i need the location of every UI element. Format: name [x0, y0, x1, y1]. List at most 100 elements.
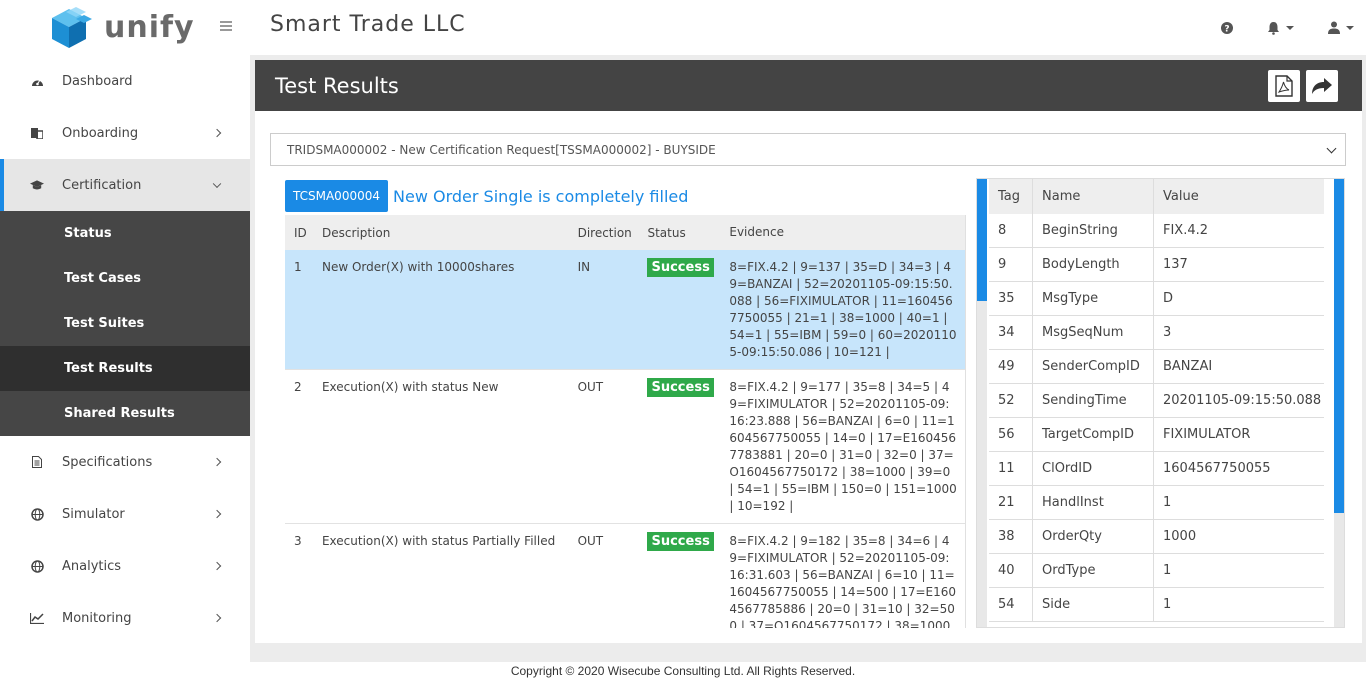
- table-row[interactable]: 2 Execution(X) with status New OUT Succe…: [285, 370, 965, 524]
- fix-fields-body: 8 BeginString FIX.4.2 9 BodyLength 137 35 MsgTy…: [989, 214, 1324, 622]
- sidebar-item-label: Onboarding: [62, 125, 139, 141]
- field-value: 1604567750055: [1163, 461, 1271, 476]
- table-row[interactable]: 3 Execution(X) with status Partially Fil…: [285, 524, 965, 628]
- field-value: 1: [1163, 563, 1172, 578]
- field-tag: 9: [989, 248, 1033, 281]
- steps-table-header: ID Description Direction Status Evidence: [285, 215, 965, 250]
- field-tag: 21: [989, 486, 1033, 519]
- caret-down-icon: [1346, 25, 1354, 30]
- sidebar: unify Dashboard Onboarding Certification…: [0, 0, 250, 662]
- field-name: BeginString: [1033, 214, 1154, 247]
- help-icon[interactable]: ?: [1221, 21, 1233, 34]
- row-evidence: 8=FIX.4.2 | 9=137 | 35=D | 34=3 | 49=BAN…: [729, 260, 957, 359]
- table-row[interactable]: 40 OrdType 1: [989, 554, 1324, 588]
- submenu-item-test-suites[interactable]: Test Suites: [0, 301, 250, 346]
- table-row[interactable]: 56 TargetCompID FIXIMULATOR: [989, 418, 1324, 452]
- globe-icon: [30, 507, 44, 521]
- col-header-description: Description: [321, 225, 391, 240]
- test-case-id-badge[interactable]: TCSMA000004: [285, 180, 388, 212]
- field-value: FIX.4.2: [1163, 223, 1209, 238]
- field-value: FIXIMULATOR: [1163, 427, 1251, 442]
- sidebar-item-label: Dashboard: [62, 73, 133, 89]
- row-description: Execution(X) with status New: [321, 380, 499, 394]
- table-row[interactable]: 49 SenderCompID BANZAI: [989, 350, 1324, 384]
- col-header-value: Value: [1163, 189, 1199, 204]
- field-value: 1000: [1163, 529, 1197, 544]
- row-status-cell: Success: [638, 250, 720, 369]
- sidebar-item-dashboard[interactable]: Dashboard: [0, 55, 250, 107]
- table-row[interactable]: 1 New Order(X) with 10000shares IN Succe…: [285, 250, 965, 370]
- right-scrollbar-track[interactable]: [1334, 179, 1344, 627]
- row-evidence: 8=FIX.4.2 | 9=182 | 35=8 | 34=6 | 49=FIX…: [729, 534, 957, 628]
- logo[interactable]: unify: [0, 0, 250, 55]
- user-icon: [1328, 21, 1340, 34]
- table-row[interactable]: 21 HandlInst 1: [989, 486, 1324, 520]
- row-evidence: 8=FIX.4.2 | 9=177 | 35=8 | 34=5 | 49=FIX…: [729, 380, 957, 513]
- field-tag: 35: [989, 282, 1033, 315]
- export-pdf-button[interactable]: [1268, 70, 1300, 102]
- scrollbar-thumb[interactable]: [1334, 179, 1344, 513]
- select-value: TRIDSMA000002 - New Certification Reques…: [287, 142, 716, 157]
- test-request-select[interactable]: TRIDSMA000002 - New Certification Reques…: [270, 133, 1346, 166]
- sidebar-item-onboarding[interactable]: Onboarding: [0, 107, 250, 159]
- sidebar-item-analytics[interactable]: Analytics: [0, 540, 250, 592]
- table-row[interactable]: 34 MsgSeqNum 3: [989, 316, 1324, 350]
- line-chart-icon: [30, 611, 44, 625]
- table-row[interactable]: 54 Side 1: [989, 588, 1324, 622]
- document-icon: [30, 455, 44, 469]
- sidebar-item-label: Specifications: [62, 454, 153, 470]
- table-row[interactable]: 38 OrderQty 1000: [989, 520, 1324, 554]
- field-tag: 40: [989, 554, 1033, 587]
- table-row[interactable]: 9 BodyLength 137: [989, 248, 1324, 282]
- chevron-down-icon: [1326, 143, 1337, 154]
- field-value: 137: [1163, 257, 1188, 272]
- table-row[interactable]: 8 BeginString FIX.4.2: [989, 214, 1324, 248]
- sidebar-item-label: Certification: [62, 177, 142, 193]
- submenu-item-test-results[interactable]: Test Results: [0, 346, 250, 391]
- chevron-right-icon: [212, 128, 222, 138]
- share-button[interactable]: [1306, 70, 1338, 102]
- caret-down-icon: [1286, 25, 1294, 30]
- sidebar-item-monitoring[interactable]: Monitoring: [0, 592, 250, 644]
- col-header-id: ID: [294, 225, 307, 240]
- scrollbar-thumb[interactable]: [977, 179, 987, 301]
- test-case-heading: TCSMA000004 New Order Single is complete…: [285, 180, 688, 212]
- table-row[interactable]: 35 MsgType D: [989, 282, 1324, 316]
- row-status-cell: Success: [638, 524, 720, 628]
- submenu-item-status[interactable]: Status: [0, 211, 250, 256]
- share-icon: [1312, 78, 1332, 94]
- company-name: Smart Trade LLC: [270, 12, 466, 37]
- table-row[interactable]: 52 SendingTime 20201105-09:15:50.088: [989, 384, 1324, 418]
- field-tag: 8: [989, 214, 1033, 247]
- submenu-item-test-cases[interactable]: Test Cases: [0, 256, 250, 301]
- sidebar-item-certification[interactable]: Certification: [0, 159, 250, 211]
- field-tag: 38: [989, 520, 1033, 553]
- field-name: BodyLength: [1033, 248, 1154, 281]
- status-badge: Success: [647, 258, 714, 277]
- chevron-right-icon: [212, 613, 222, 623]
- table-row[interactable]: 11 ClOrdID 1604567750055: [989, 452, 1324, 486]
- sidebar-item-specifications[interactable]: Specifications: [0, 436, 250, 488]
- globe-icon: [30, 559, 44, 573]
- test-case-title: New Order Single is completely filled: [393, 186, 689, 206]
- panel-header: Test Results: [255, 60, 1362, 111]
- svg-text:?: ?: [1224, 24, 1229, 34]
- row-description: Execution(X) with status Partially Fille…: [321, 534, 556, 548]
- menu-toggle-icon[interactable]: [220, 21, 232, 31]
- logo-cube-icon: [52, 6, 92, 48]
- top-icons: ?: [1187, 0, 1354, 55]
- left-scrollbar-track[interactable]: [977, 179, 987, 627]
- field-tag: 11: [989, 452, 1033, 485]
- field-name: HandlInst: [1033, 486, 1154, 519]
- chevron-down-icon: [212, 179, 222, 189]
- sidebar-item-simulator[interactable]: Simulator: [0, 488, 250, 540]
- sidebar-item-label: Analytics: [62, 558, 122, 574]
- main-panel: Test Results TRIDSMA000002 - New Certifi…: [255, 60, 1362, 643]
- field-tag: 34: [989, 316, 1033, 349]
- user-dropdown[interactable]: [1328, 21, 1354, 34]
- bell-icon: [1268, 21, 1279, 35]
- chevron-right-icon: [212, 509, 222, 519]
- field-name: MsgSeqNum: [1033, 316, 1154, 349]
- notifications-dropdown[interactable]: [1267, 21, 1294, 35]
- submenu-item-shared-results[interactable]: Shared Results: [0, 391, 250, 436]
